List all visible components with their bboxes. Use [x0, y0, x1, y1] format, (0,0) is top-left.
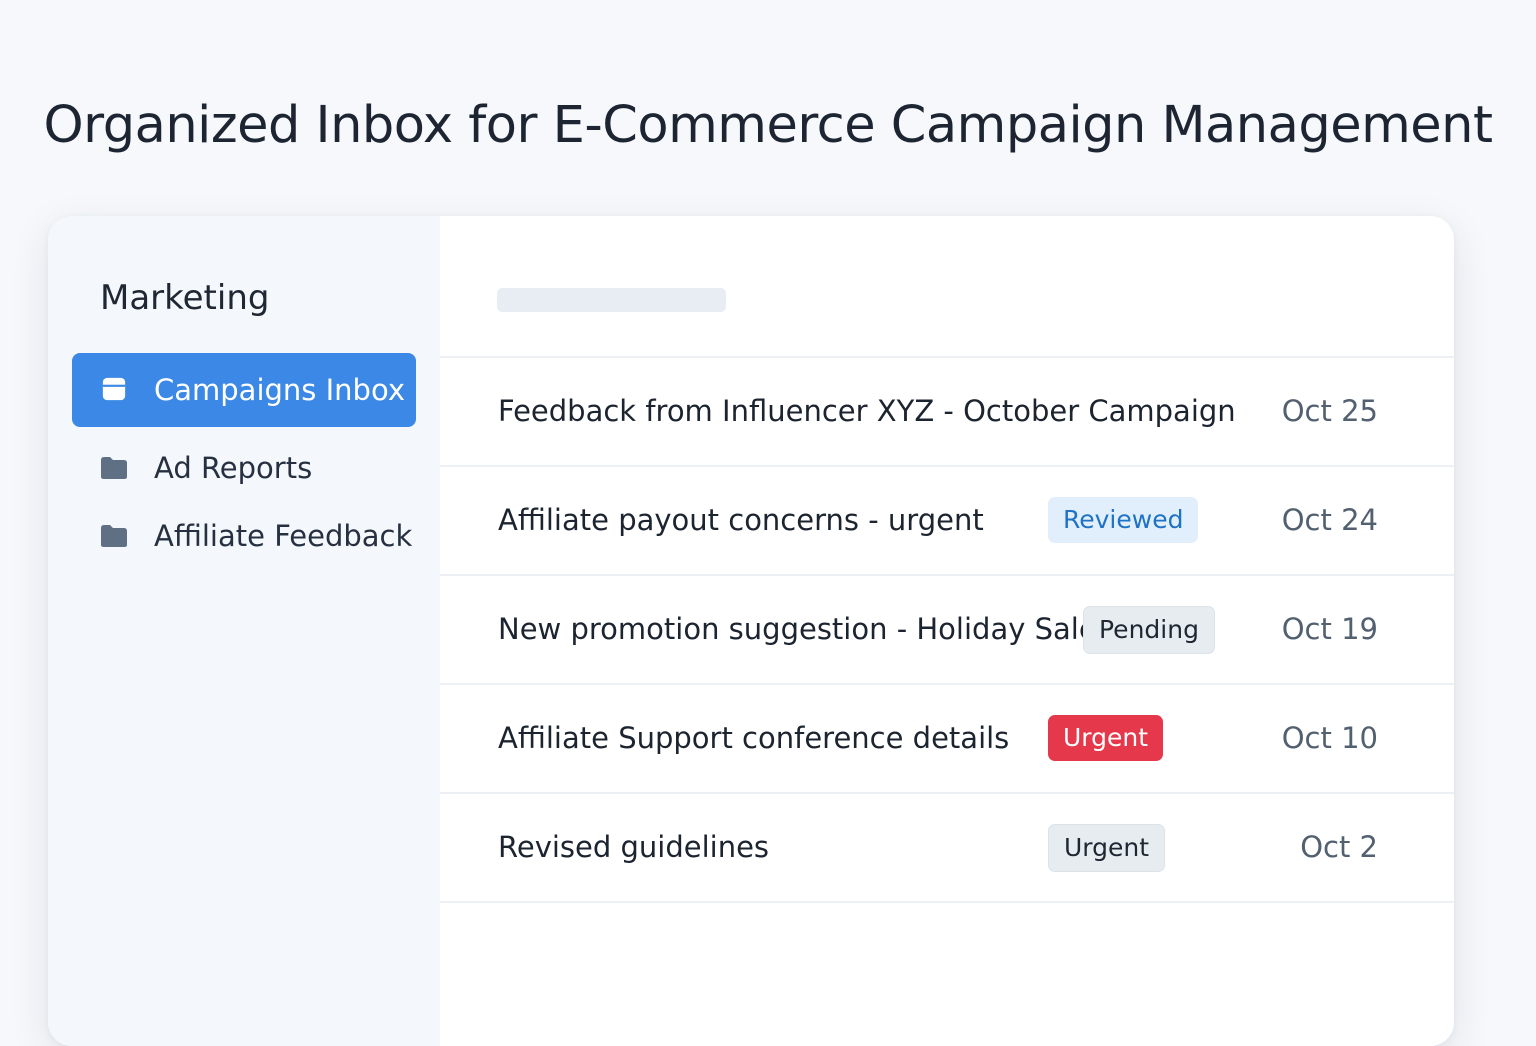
- sidebar-item-campaigns-inbox[interactable]: Campaigns Inbox: [72, 353, 416, 427]
- message-list: Feedback from Influencer XYZ - October C…: [440, 356, 1454, 903]
- folder-icon: [101, 457, 127, 479]
- folder-icon: [101, 525, 127, 547]
- inbox-panel: Marketing Campaigns Inbox Ad Reports Aff…: [48, 216, 1454, 1046]
- sidebar-item-label: Campaigns Inbox: [154, 373, 405, 407]
- message-date: Oct 24: [1281, 503, 1378, 537]
- message-row[interactable]: Affiliate payout concerns - urgent Revie…: [440, 467, 1454, 576]
- sidebar-item-label: Affiliate Feedback: [154, 519, 413, 553]
- sidebar-item-ad-reports[interactable]: Ad Reports: [72, 431, 416, 505]
- message-subject: Affiliate Support conference details: [498, 721, 1010, 755]
- message-list-pane: Feedback from Influencer XYZ - October C…: [440, 216, 1454, 1046]
- status-badge: Pending: [1083, 606, 1215, 654]
- message-subject: Affiliate payout concerns - urgent: [498, 503, 984, 537]
- sidebar-title: Marketing: [100, 278, 270, 318]
- status-badge: Reviewed: [1048, 497, 1199, 543]
- message-date: Oct 19: [1281, 612, 1378, 646]
- search-bar-placeholder[interactable]: [497, 288, 726, 312]
- message-row[interactable]: Revised guidelines Urgent Oct 2: [440, 794, 1454, 903]
- inbox-icon: [102, 377, 126, 401]
- status-badge: Urgent: [1048, 824, 1166, 872]
- status-badge: Urgent: [1048, 715, 1164, 761]
- message-row[interactable]: New promotion suggestion - Holiday Sale …: [440, 576, 1454, 685]
- message-row[interactable]: Affiliate Support conference details Urg…: [440, 685, 1454, 794]
- message-row[interactable]: Feedback from Influencer XYZ - October C…: [440, 358, 1454, 467]
- sidebar: Marketing Campaigns Inbox Ad Reports Aff…: [48, 216, 440, 1046]
- sidebar-item-affiliate-feedback[interactable]: Affiliate Feedback: [72, 499, 416, 573]
- message-subject: Revised guidelines: [498, 830, 770, 864]
- message-date: Oct 10: [1281, 721, 1378, 755]
- message-subject: New promotion suggestion - Holiday Sale: [498, 612, 1097, 646]
- message-subject: Feedback from Influencer XYZ - October C…: [498, 394, 1236, 428]
- message-date: Oct 25: [1281, 394, 1378, 428]
- sidebar-item-label: Ad Reports: [154, 451, 313, 485]
- page-title: Organized Inbox for E-Commerce Campaign …: [43, 96, 1493, 155]
- message-date: Oct 2: [1300, 830, 1378, 864]
